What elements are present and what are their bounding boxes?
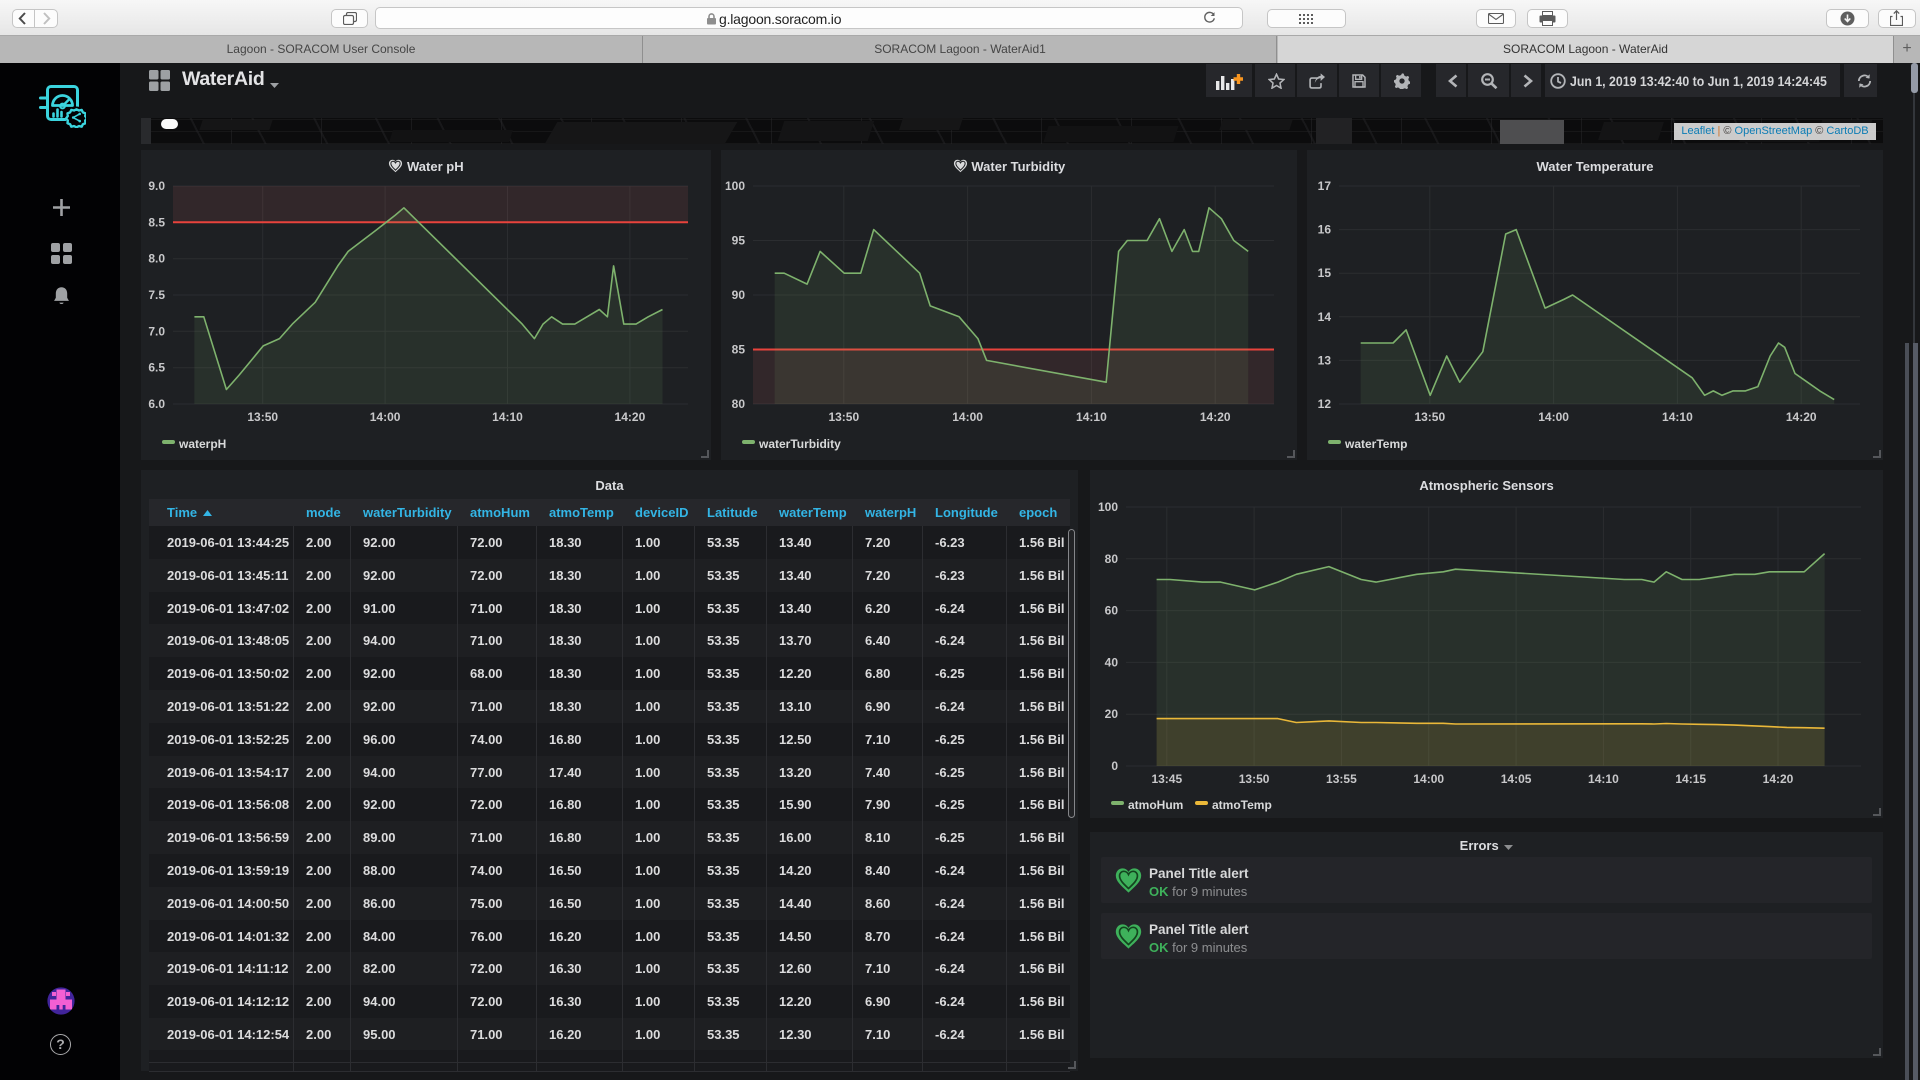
svg-text:20: 20 [1105, 707, 1119, 721]
svg-text:12: 12 [1318, 397, 1332, 411]
svg-text:14:10: 14:10 [492, 410, 523, 424]
svg-text:waterTemp: waterTemp [1344, 437, 1407, 451]
svg-text:13:50: 13:50 [1414, 410, 1445, 424]
svg-text:9.0: 9.0 [148, 179, 165, 193]
svg-text:13:50: 13:50 [828, 410, 859, 424]
svg-text:14: 14 [1318, 310, 1332, 324]
svg-text:60: 60 [1105, 604, 1119, 618]
svg-text:100: 100 [1098, 500, 1118, 514]
svg-text:95: 95 [732, 234, 746, 248]
svg-text:16: 16 [1318, 223, 1332, 237]
svg-text:14:20: 14:20 [1786, 410, 1817, 424]
svg-text:14:00: 14:00 [1538, 410, 1569, 424]
svg-text:7.5: 7.5 [148, 288, 165, 302]
svg-text:90: 90 [732, 288, 746, 302]
svg-text:14:20: 14:20 [1200, 410, 1231, 424]
svg-text:13:45: 13:45 [1151, 772, 1182, 786]
svg-text:17: 17 [1318, 179, 1332, 193]
svg-text:14:15: 14:15 [1675, 772, 1706, 786]
svg-text:14:00: 14:00 [1413, 772, 1444, 786]
svg-text:80: 80 [1105, 552, 1119, 566]
svg-text:0: 0 [1111, 759, 1118, 773]
svg-text:14:20: 14:20 [615, 410, 646, 424]
svg-text:8.0: 8.0 [148, 252, 165, 266]
svg-text:waterpH: waterpH [178, 437, 226, 451]
svg-text:6.5: 6.5 [148, 361, 165, 375]
svg-text:atmoTemp: atmoTemp [1212, 798, 1272, 812]
svg-text:14:10: 14:10 [1076, 410, 1107, 424]
svg-text:7.0: 7.0 [148, 324, 165, 338]
svg-text:14:00: 14:00 [952, 410, 983, 424]
svg-text:13:55: 13:55 [1326, 772, 1357, 786]
svg-text:14:00: 14:00 [370, 410, 401, 424]
svg-text:14:05: 14:05 [1501, 772, 1532, 786]
svg-text:15: 15 [1318, 266, 1332, 280]
svg-text:13: 13 [1318, 353, 1332, 367]
svg-text:6.0: 6.0 [148, 397, 165, 411]
svg-text:14:10: 14:10 [1588, 772, 1619, 786]
svg-text:atmoHum: atmoHum [1128, 798, 1183, 812]
svg-text:100: 100 [725, 179, 745, 193]
svg-text:80: 80 [732, 397, 746, 411]
svg-text:85: 85 [732, 343, 746, 357]
svg-text:14:10: 14:10 [1662, 410, 1693, 424]
svg-text:8.5: 8.5 [148, 215, 165, 229]
svg-text:13:50: 13:50 [247, 410, 278, 424]
svg-text:14:20: 14:20 [1763, 772, 1794, 786]
svg-text:13:50: 13:50 [1239, 772, 1270, 786]
svg-text:waterTurbidity: waterTurbidity [758, 437, 841, 451]
svg-text:40: 40 [1105, 655, 1119, 669]
